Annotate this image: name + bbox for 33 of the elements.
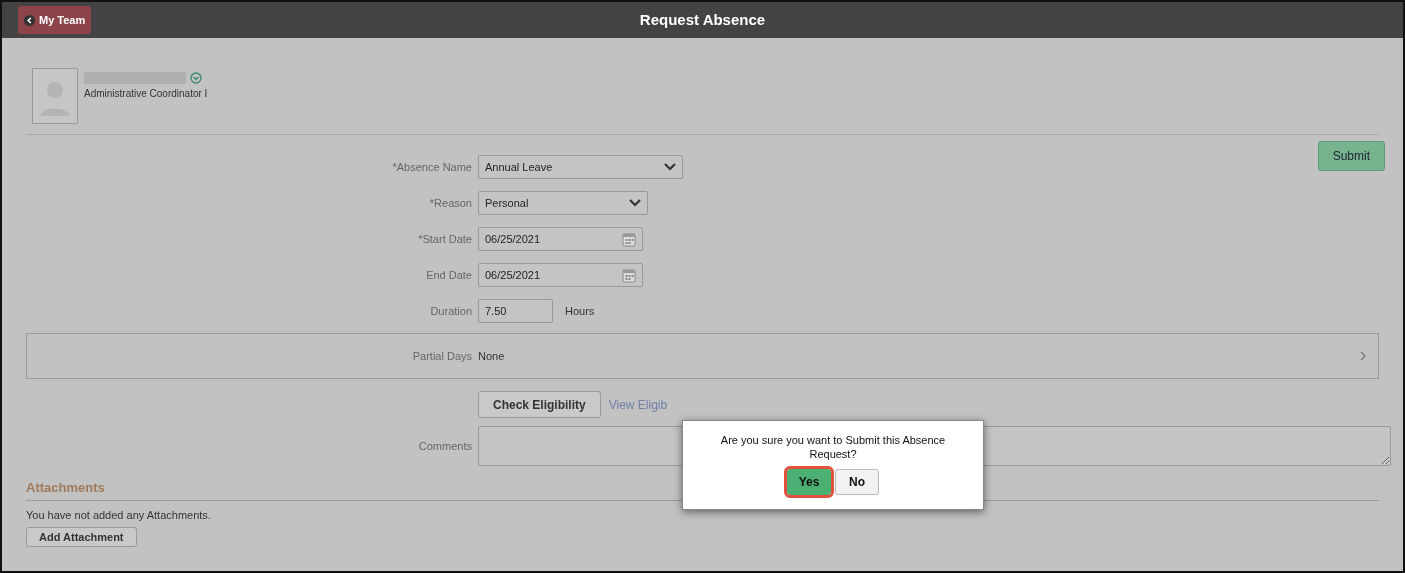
dropdown-field[interactable]: Personal <box>478 191 648 215</box>
date-field[interactable]: 06/25/2021 <box>478 227 643 251</box>
submit-button[interactable]: Submit <box>1317 141 1385 171</box>
dropdown-field[interactable]: Annual Leave <box>478 155 683 179</box>
field-label: *Absence Name <box>391 159 472 175</box>
field-label: *Reason <box>428 195 472 211</box>
back-button[interactable]: My Team <box>18 6 92 34</box>
back-chevron-icon <box>24 14 35 26</box>
avatar-icon <box>32 68 78 124</box>
expand-circle-icon[interactable] <box>190 71 202 84</box>
field-label: Comments <box>417 438 472 454</box>
partial-days-value: None <box>478 348 505 364</box>
attachments-message: You have not added any Attachments. <box>26 507 212 523</box>
page-title: Request Absence <box>639 9 766 30</box>
chevron-down-icon <box>629 199 641 207</box>
calendar-icon[interactable] <box>622 231 636 247</box>
add-attachment-button[interactable]: Add Attachment <box>26 527 137 547</box>
dialog-message: Are you sure you want to Submit this Absence Request? <box>719 433 947 461</box>
field-label: Duration <box>429 303 472 319</box>
unit-label: Hours <box>565 303 595 319</box>
field-label: End Date <box>425 267 472 283</box>
calendar-icon[interactable] <box>622 267 636 283</box>
date-field[interactable]: 06/25/2021 <box>478 263 643 287</box>
field-label: Partial Days <box>411 348 472 364</box>
chevron-down-icon <box>664 163 676 171</box>
chevron-right-icon <box>1360 351 1366 361</box>
check-eligibility-button[interactable]: Check Eligibility <box>478 391 601 418</box>
partial-days-row[interactable]: Partial Days None <box>26 333 1379 379</box>
yes-button[interactable]: Yes <box>787 469 831 495</box>
job-title: Administrative Coordinator I <box>84 86 208 101</box>
duration-field[interactable]: 7.50 <box>478 299 553 323</box>
no-button[interactable]: No <box>835 469 879 495</box>
field-label: *Start Date <box>417 231 472 247</box>
